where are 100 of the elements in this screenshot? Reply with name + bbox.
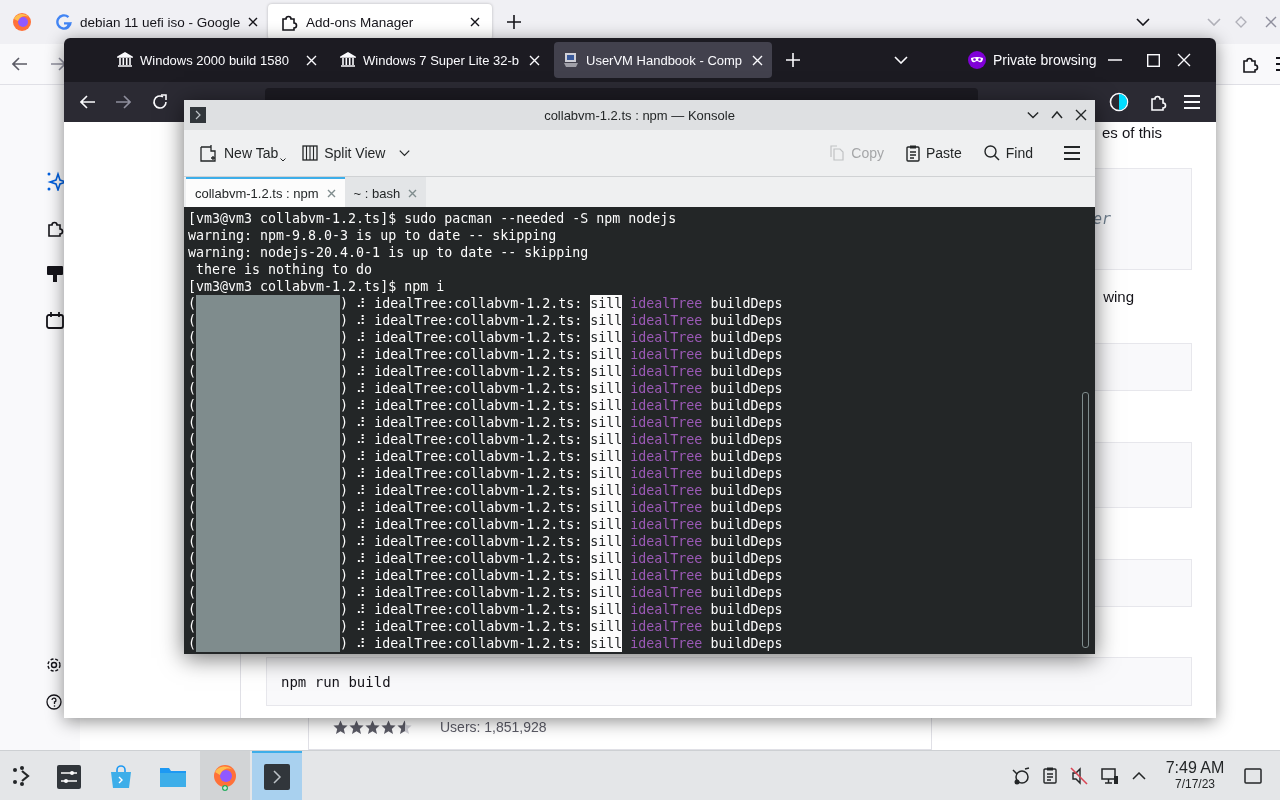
terminal-line: warning: nodejs-20.4.0-1 is up to date -- skipping	[188, 244, 589, 261]
puzzle-icon[interactable]	[46, 219, 64, 237]
clipboard-icon	[905, 144, 920, 162]
caret-icon	[280, 158, 287, 162]
log-level: sill	[590, 329, 623, 346]
display-icon[interactable]	[1101, 766, 1119, 785]
terminal-app-icon	[190, 107, 206, 123]
terminal-text: buildDeps	[710, 312, 783, 329]
menu-icon[interactable]	[1063, 146, 1081, 160]
terminal-text: (	[188, 550, 196, 567]
terminal-text: (	[188, 516, 196, 533]
log-level: sill	[590, 550, 623, 567]
terminal-text: ) ⠼ idealTree:collabvm-1.2.ts:	[340, 550, 583, 567]
log-level: sill	[590, 533, 623, 550]
close-icon[interactable]	[248, 17, 259, 27]
calendar-icon[interactable]	[46, 311, 64, 329]
forward-arrow-icon[interactable]	[50, 57, 66, 71]
terminal-text: idealTree	[630, 618, 703, 635]
puzzle-icon[interactable]	[1241, 55, 1259, 73]
terminal-text: (	[188, 533, 196, 550]
browser-tab[interactable]: Windows 7 Super Lite 32-b	[331, 42, 549, 78]
terminal-text: ) ⠼ idealTree:collabvm-1.2.ts:	[340, 482, 583, 499]
terminal-text: ) ⠼ idealTree:collabvm-1.2.ts:	[340, 346, 583, 363]
maximize-icon[interactable]	[1051, 111, 1063, 119]
close-icon[interactable]	[1075, 109, 1087, 121]
close-icon[interactable]	[470, 17, 480, 27]
star-icon	[381, 720, 396, 735]
museum-icon	[117, 52, 133, 68]
log-level: sill	[590, 584, 623, 601]
terminal-text: ) ⠼ idealTree:collabvm-1.2.ts:	[340, 635, 583, 652]
terminal-text: ) ⠼ idealTree:collabvm-1.2.ts:	[340, 431, 583, 448]
sparkle-icon[interactable]	[46, 171, 66, 191]
terminal-text: buildDeps	[710, 431, 783, 448]
terminal-text: idealTree	[630, 346, 703, 363]
terminal-text: idealTree	[630, 567, 703, 584]
log-level: sill	[590, 601, 623, 618]
app-launcher-icon[interactable]	[12, 765, 32, 786]
back-arrow-icon[interactable]	[12, 57, 28, 71]
half-circle-icon[interactable]	[1109, 92, 1129, 112]
terminal-text: idealTree	[630, 550, 703, 567]
new-tab-icon	[200, 144, 218, 162]
log-level: sill	[590, 482, 623, 499]
toolbar-button[interactable]: Find	[977, 141, 1039, 165]
terminal-text: ) ⠼ idealTree:collabvm-1.2.ts:	[340, 312, 583, 329]
search-engine-icon	[56, 14, 72, 30]
terminal-text: ) ⠼ idealTree:collabvm-1.2.ts:	[340, 295, 583, 312]
clock[interactable]: 7:49 AM 7/17/23	[1159, 759, 1231, 792]
chevron-up-icon[interactable]	[1132, 771, 1146, 780]
terminal-text: idealTree	[630, 414, 703, 431]
minimize-icon[interactable]	[1027, 111, 1039, 119]
browser-tab[interactable]: Windows 2000 build 1580	[108, 42, 326, 78]
terminal-text: idealTree	[630, 584, 703, 601]
browser-logo-icon[interactable]	[12, 12, 32, 32]
terminal-line: warning: npm-9.8.0-3 is up to date -- skipping	[188, 227, 557, 244]
terminal-text: ) ⠼ idealTree:collabvm-1.2.ts:	[340, 516, 583, 533]
terminal-app-icon	[264, 763, 290, 790]
muted-speaker-icon[interactable]	[1070, 766, 1088, 785]
terminal-line: [vm3@vm3 collabvm-1.2.ts]$ npm i	[188, 278, 445, 295]
terminal-text: buildDeps	[710, 414, 783, 431]
toolbar-button[interactable]: Paste	[899, 140, 968, 166]
terminal-tab[interactable]: collabvm-1.2.ts : npm	[186, 177, 345, 207]
copy-icon	[829, 145, 846, 161]
scrollbar-thumb[interactable]	[1082, 392, 1089, 648]
network-icon[interactable]	[1012, 766, 1030, 785]
terminal-text: ) ⠼ idealTree:collabvm-1.2.ts:	[340, 601, 583, 618]
log-level: sill	[590, 414, 623, 431]
browser-tab[interactable]: UserVM Handbook - Comp	[554, 42, 772, 78]
toolbar-button[interactable]: New Tab	[194, 140, 293, 166]
taskbar-app[interactable]	[252, 751, 302, 800]
terminal-text: (	[188, 363, 196, 380]
terminal-text: (	[188, 499, 196, 516]
terminal-text: idealTree	[630, 397, 703, 414]
terminal-text: idealTree	[630, 516, 703, 533]
show-desktop-icon[interactable]	[1244, 766, 1262, 785]
terminal-text: (	[188, 448, 196, 465]
terminal-text: idealTree	[630, 533, 703, 550]
terminal-text: (	[188, 397, 196, 414]
terminal-text: (	[188, 584, 196, 601]
puzzle-icon[interactable]	[1149, 93, 1167, 111]
log-level: sill	[590, 295, 623, 312]
terminal-text: idealTree	[630, 601, 703, 618]
terminal-text: buildDeps	[710, 533, 783, 550]
chevron-down-icon[interactable]	[1136, 18, 1150, 26]
sliders-icon	[57, 764, 81, 789]
browser-tab[interactable]: Add-ons Manager	[268, 4, 492, 40]
chevron-down-icon	[399, 149, 411, 157]
terminal-tab[interactable]: ~ : bash	[344, 177, 427, 207]
terminal-text: ) ⠼ idealTree:collabvm-1.2.ts:	[340, 363, 583, 380]
terminal-text: idealTree	[630, 295, 703, 312]
settings-icon[interactable]	[46, 657, 62, 673]
browser-tab[interactable]: debian 11 uefi iso - Google	[44, 4, 268, 40]
terminal-text: (	[188, 601, 196, 618]
paintbrush-icon[interactable]	[46, 265, 64, 283]
reload-icon[interactable]	[152, 94, 168, 110]
toolbar-button[interactable]: Split View	[296, 141, 417, 165]
plus-icon[interactable]	[507, 15, 521, 29]
help-icon[interactable]	[46, 694, 62, 710]
clipboard-icon[interactable]	[1043, 767, 1057, 784]
log-level: sill	[590, 397, 623, 414]
computer-icon	[563, 52, 579, 68]
